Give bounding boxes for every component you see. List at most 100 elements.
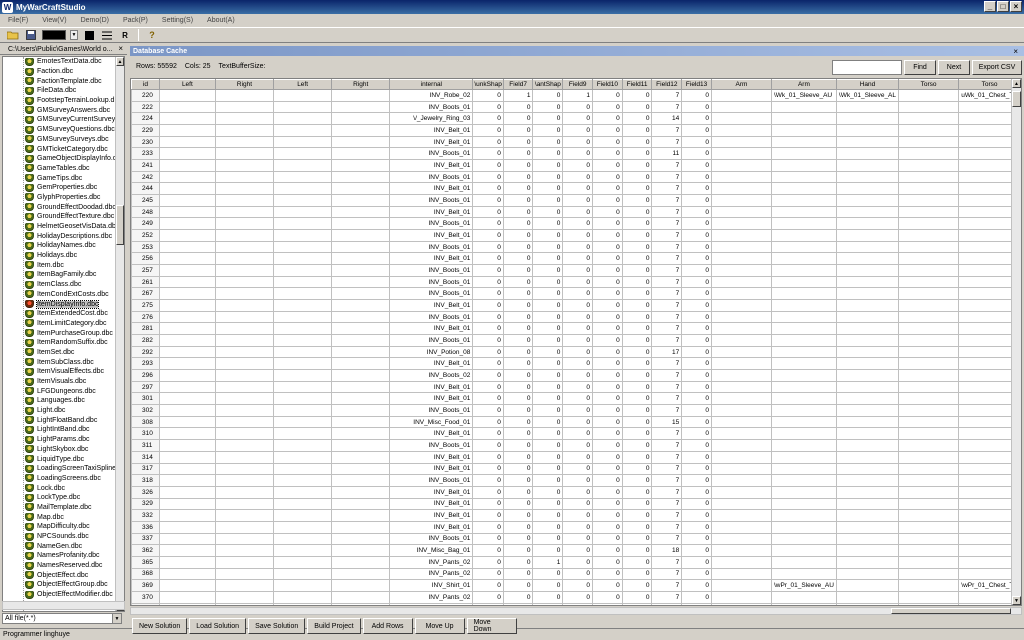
file-tree-item[interactable]: GMSurveyQuestions.dbc [3,125,116,135]
table-row[interactable]: 249 INV_Boots_01 0 0 0 0 0 0 7 0 [131,217,1021,231]
table-cell[interactable] [835,404,900,417]
table-cell[interactable] [158,544,216,557]
table-cell[interactable]: 326 [131,485,160,499]
table-cell[interactable] [898,520,960,534]
table-cell[interactable] [898,112,960,126]
table-cell[interactable]: 0 [621,287,653,301]
table-cell[interactable]: 0 [472,532,504,546]
column-header[interactable]: \unkShap [472,79,504,90]
table-cell[interactable]: 0 [532,450,564,464]
table-cell[interactable]: 0 [681,182,712,196]
table-cell[interactable] [273,287,333,301]
menu-file[interactable]: File(F) [8,17,28,24]
table-row[interactable]: 275 INV_Belt_01 0 0 0 0 0 0 7 0 [131,299,1021,312]
table-cell[interactable] [898,485,960,499]
table-cell[interactable]: 244 [131,182,160,196]
table-cell[interactable]: 0 [621,579,653,592]
table-cell[interactable]: 0 [502,579,534,592]
table-cell[interactable]: 0 [562,147,593,161]
file-tree-item[interactable]: GemProperties.dbc [3,183,116,193]
table-cell[interactable]: 0 [621,509,653,522]
table-cell[interactable] [710,485,772,499]
table-cell[interactable] [770,240,837,254]
table-cell[interactable] [158,357,216,371]
table-cell[interactable] [158,345,216,359]
table-cell[interactable] [835,509,900,522]
table-row[interactable]: 253 INV_Boots_01 0 0 0 0 0 0 7 0 [131,240,1021,254]
table-cell[interactable] [835,170,900,184]
table-cell[interactable]: 245 [131,194,160,207]
table-cell[interactable]: 0 [502,159,534,172]
table-cell[interactable]: 0 [532,287,564,301]
table-cell[interactable] [214,159,275,172]
table-cell[interactable] [898,170,960,184]
table-cell[interactable]: 7 [651,579,683,592]
column-header[interactable]: Field9 [562,79,593,90]
table-cell[interactable]: INV_Belt_01 [389,124,474,137]
table-cell[interactable] [273,520,333,534]
table-cell[interactable]: 0 [681,392,712,406]
table-cell[interactable]: 0 [472,322,504,336]
table-cell[interactable] [835,159,900,172]
table-cell[interactable]: 0 [681,590,712,604]
table-cell[interactable] [214,170,275,184]
table-cell[interactable]: 7 [651,392,683,406]
table-cell[interactable] [835,555,900,569]
file-tree-item[interactable]: Map.dbc [3,512,116,522]
table-cell[interactable]: 0 [472,602,504,605]
table-cell[interactable] [835,112,900,126]
table-row[interactable]: 220 INV_Robe_02 0 1 0 1 0 0 7 0 \Wk_01_Sleeve_AU \W… [131,89,1021,102]
table-row[interactable]: 257 INV_Boots_01 0 0 0 0 0 0 7 0 [131,264,1021,277]
table-cell[interactable] [898,462,960,476]
table-cell[interactable]: 0 [681,170,712,184]
table-cell[interactable]: 7 [651,439,683,452]
file-tree-item[interactable]: LiquidType.dbc [3,454,116,464]
table-cell[interactable] [835,194,900,207]
file-tree-item[interactable]: NamesReserved.dbc [3,561,116,571]
table-cell[interactable]: INV_Boots_01 [389,240,474,254]
table-row[interactable]: 365 INV_Pants_02 0 0 1 0 0 0 7 0 [131,555,1021,569]
table-cell[interactable] [331,497,391,511]
table-cell[interactable] [214,474,275,487]
table-cell[interactable] [835,100,900,114]
table-cell[interactable] [710,135,772,149]
table-cell[interactable] [835,415,900,429]
table-cell[interactable]: 0 [472,299,504,312]
table-cell[interactable] [835,579,900,592]
table-cell[interactable]: 0 [472,135,504,149]
table-cell[interactable] [214,602,275,605]
table-cell[interactable] [273,404,333,417]
table-row[interactable]: 230 INV_Belt_01 0 0 0 0 0 0 7 0 [131,135,1021,149]
new-solution-button[interactable]: New Solution [132,618,188,634]
table-cell[interactable] [710,555,772,569]
table-cell[interactable]: 282 [131,334,160,347]
table-cell[interactable]: 0 [562,357,593,371]
table-cell[interactable]: 0 [532,380,564,394]
table-cell[interactable] [273,415,333,429]
file-tree-hscrollbar[interactable] [2,601,125,610]
file-tree-item[interactable]: ObjectEffect.dbc [3,570,116,580]
table-cell[interactable] [214,369,275,382]
table-cell[interactable]: 0 [681,217,712,231]
table-cell[interactable] [158,135,216,149]
table-cell[interactable] [158,485,216,499]
table-cell[interactable]: 0 [681,462,712,476]
table-row[interactable]: 244 INV_Belt_01 0 0 0 0 0 0 7 0 [131,182,1021,196]
table-cell[interactable] [898,229,960,242]
table-cell[interactable] [331,485,391,499]
table-cell[interactable]: 0 [681,404,712,417]
table-cell[interactable] [770,509,837,522]
table-cell[interactable] [158,427,216,441]
table-cell[interactable] [214,334,275,347]
table-cell[interactable] [898,404,960,417]
table-cell[interactable] [331,287,391,301]
table-cell[interactable] [158,602,216,605]
table-cell[interactable]: 0 [502,182,534,196]
file-tree-item[interactable]: LightIntBand.dbc [3,425,116,435]
table-cell[interactable]: INV_Belt_01 [389,485,474,499]
table-cell[interactable]: INV_Belt_01 [389,252,474,266]
column-header[interactable]: Arm [710,79,772,90]
table-cell[interactable] [898,310,960,324]
table-cell[interactable] [770,334,837,347]
table-cell[interactable] [898,555,960,569]
